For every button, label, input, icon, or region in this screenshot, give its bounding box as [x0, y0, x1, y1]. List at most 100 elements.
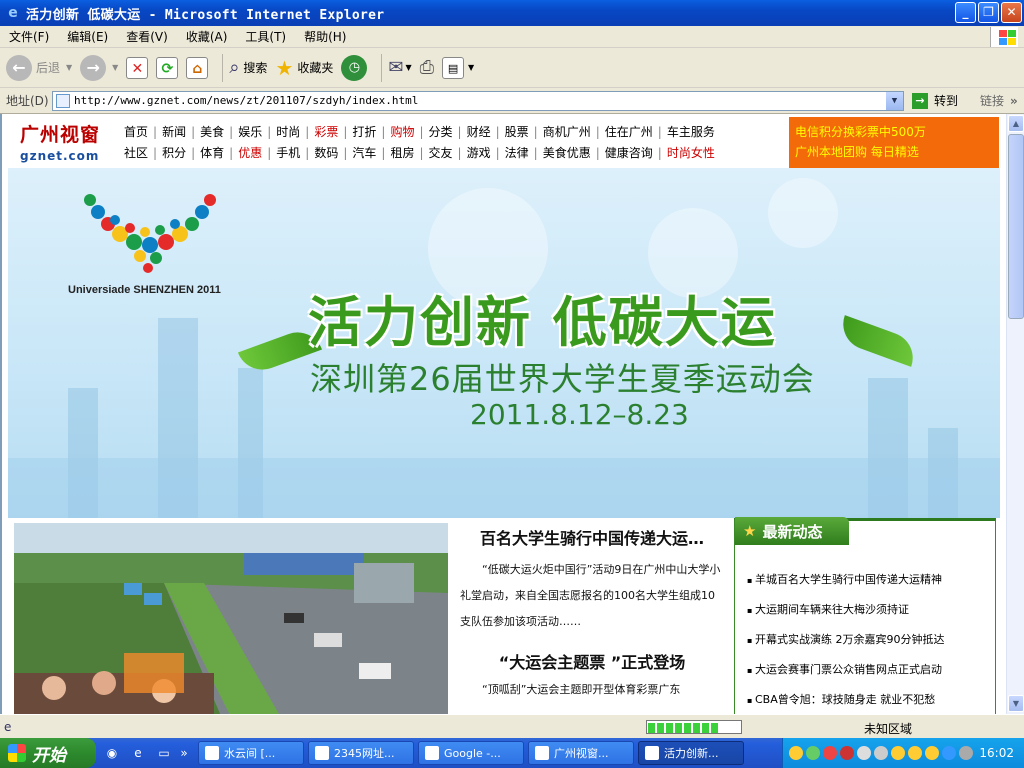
nav-link[interactable]: 数码	[314, 144, 338, 161]
nav-link[interactable]: 股票	[505, 123, 529, 140]
refresh-button[interactable]: ⟳	[156, 51, 179, 85]
nav-link[interactable]: 手机	[276, 144, 300, 161]
site-logo[interactable]: 广州视窗 gznet.com	[20, 120, 116, 164]
taskbar-item-active[interactable]: 活力创新...	[638, 741, 744, 765]
nav-link[interactable]: 财经	[467, 123, 491, 140]
quicklaunch-more-icon[interactable]: »	[174, 743, 194, 763]
nav-link[interactable]: 车主服务	[667, 123, 715, 140]
edit-button[interactable]: ▤ ▼	[442, 51, 474, 85]
nav-link[interactable]: 时尚女性	[667, 144, 715, 161]
nav-link[interactable]: 分类	[429, 123, 453, 140]
menu-file[interactable]: 文件(F)	[0, 28, 58, 45]
news-headline-2[interactable]: “大运会主题票 ”正式登场	[460, 649, 724, 673]
minimize-button[interactable]: _	[955, 2, 976, 23]
tray-icon[interactable]	[925, 746, 939, 760]
home-button[interactable]: ⌂	[186, 51, 209, 85]
list-item[interactable]: 开幕式实战演练 2万余嘉宾90分钟抵达	[747, 625, 992, 655]
nav-link[interactable]: 美食	[200, 123, 224, 140]
promo-line-1[interactable]: 电信积分换彩票中500万	[795, 122, 993, 142]
tray-icon[interactable]	[891, 746, 905, 760]
chevron-down-icon[interactable]: ▼	[66, 63, 72, 72]
menu-favorites[interactable]: 收藏(A)	[177, 28, 237, 45]
nav-link[interactable]: 法律	[505, 144, 529, 161]
taskbar-item[interactable]: Google -...	[418, 741, 524, 765]
tray-icon[interactable]	[823, 746, 837, 760]
tray-icon[interactable]	[959, 746, 973, 760]
nav-link[interactable]: 打折	[352, 123, 376, 140]
tray-icon[interactable]	[789, 746, 803, 760]
taskbar-item[interactable]: 2345网址...	[308, 741, 414, 765]
tray-icon[interactable]	[806, 746, 820, 760]
history-button[interactable]: ◷	[341, 51, 368, 85]
nav-link[interactable]: 新闻	[162, 123, 186, 140]
print-button[interactable]: ⎙	[420, 51, 434, 85]
back-label: 后退	[36, 61, 61, 75]
address-input[interactable]: http://www.gznet.com/news/zt/201107/szdy…	[52, 90, 904, 111]
nav-link[interactable]: 游戏	[467, 144, 491, 161]
nav-link[interactable]: 租房	[390, 144, 414, 161]
nav-link[interactable]: 汽车	[352, 144, 376, 161]
go-button[interactable]: → 转到	[912, 92, 958, 109]
list-item[interactable]: 大运期间车辆来往大梅沙须持证	[747, 595, 992, 625]
nav-link[interactable]: 彩票	[314, 123, 338, 140]
taskbar-item[interactable]: 广州视窗...	[528, 741, 634, 765]
list-item[interactable]: CBA曾令旭：球技随身走 就业不犯愁	[747, 685, 992, 714]
list-item[interactable]: 羊城百名大学生骑行中国传递大运精神	[747, 565, 992, 595]
nav-link[interactable]: 体育	[200, 144, 224, 161]
quicklaunch-icon[interactable]: ◉	[102, 743, 122, 763]
forward-button[interactable]: → ▼	[80, 51, 118, 85]
search-button[interactable]: ⌕ 搜索	[229, 51, 267, 85]
nav-link[interactable]: 交友	[429, 144, 453, 161]
nav-link[interactable]: 健康咨询	[605, 144, 653, 161]
address-dropdown-icon[interactable]: ▼	[886, 91, 903, 110]
promo-box[interactable]: 电信积分换彩票中500万 广州本地团购 每日精选	[789, 117, 999, 168]
clock[interactable]: 16:02	[979, 746, 1014, 760]
menu-help[interactable]: 帮助(H)	[295, 28, 355, 45]
scroll-thumb[interactable]	[1008, 134, 1024, 319]
start-button[interactable]: 开始	[0, 738, 96, 768]
tray-icon[interactable]	[942, 746, 956, 760]
mail-button[interactable]: ✉ ▼	[388, 51, 411, 85]
highway-photo[interactable]	[14, 523, 448, 714]
nav-link[interactable]: 社区	[124, 144, 148, 161]
taskbar-item[interactable]: 水云间 [...	[198, 741, 304, 765]
quicklaunch-ie-icon[interactable]: e	[128, 743, 148, 763]
quicklaunch-desktop-icon[interactable]: ▭	[154, 743, 174, 763]
nav-link[interactable]: 时尚	[276, 123, 300, 140]
links-label[interactable]: 链接	[980, 92, 1004, 109]
chevron-down-icon[interactable]: ▼	[112, 63, 118, 72]
scroll-up-icon[interactable]: ▲	[1008, 115, 1024, 132]
nav-divider: |	[343, 145, 348, 160]
menu-tools[interactable]: 工具(T)	[236, 28, 295, 45]
stop-button[interactable]: ✕	[126, 51, 149, 85]
nav-link[interactable]: 商机广州	[543, 123, 591, 140]
nav-link[interactable]: 购物	[390, 123, 414, 140]
favorites-button[interactable]: ★ 收藏夹	[275, 51, 333, 85]
chevron-down-icon[interactable]: ▼	[468, 63, 474, 72]
menu-edit[interactable]: 编辑(E)	[58, 28, 117, 45]
scroll-down-icon[interactable]: ▼	[1008, 695, 1024, 712]
menu-view[interactable]: 查看(V)	[117, 28, 177, 45]
chevron-down-icon[interactable]: ▼	[405, 63, 411, 72]
volume-icon[interactable]	[857, 746, 871, 760]
nav-link[interactable]: 住在广州	[605, 123, 653, 140]
nav-link[interactable]: 优惠	[238, 144, 262, 161]
news-headline-1[interactable]: 百名大学生骑行中国传递大运…	[460, 525, 724, 549]
promo-line-2[interactable]: 广州本地团购 每日精选	[795, 142, 993, 162]
nav-link[interactable]: 美食优惠	[543, 144, 591, 161]
chevron-right-icon[interactable]: »	[1010, 94, 1018, 108]
nav-link[interactable]: 首页	[124, 123, 148, 140]
close-button[interactable]: ✕	[1001, 2, 1022, 23]
star-icon: ★	[743, 522, 757, 540]
maximize-button[interactable]: ❐	[978, 2, 999, 23]
list-item[interactable]: 大运会赛事门票公众销售网点正式启动	[747, 655, 992, 685]
title-bar[interactable]: e 活力创新 低碳大运 - Microsoft Internet Explore…	[0, 0, 1024, 26]
nav-link[interactable]: 娱乐	[238, 123, 262, 140]
vertical-scrollbar[interactable]: ▲ ▼	[1006, 114, 1024, 714]
tray-icon[interactable]	[874, 746, 888, 760]
nav-link[interactable]: 积分	[162, 144, 186, 161]
back-button[interactable]: ← 后退 ▼	[6, 51, 72, 85]
tray-icon[interactable]	[908, 746, 922, 760]
latest-news-tab[interactable]: ★ 最新动态	[735, 517, 849, 545]
tray-icon[interactable]	[840, 746, 854, 760]
